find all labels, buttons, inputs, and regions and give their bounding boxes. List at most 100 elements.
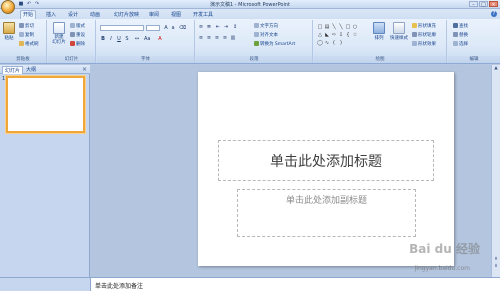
align-center-icon[interactable]: ≡ xyxy=(206,35,212,41)
paste-button[interactable]: 粘贴 xyxy=(2,22,16,41)
tab-slides[interactable]: 幻灯片 xyxy=(2,66,24,74)
clipboard-group-label: 剪贴板 xyxy=(0,56,46,63)
reset-icon xyxy=(70,32,75,37)
font-name-combo[interactable] xyxy=(100,25,144,31)
replace-icon xyxy=(453,32,458,37)
rectangle-shape-icon[interactable]: □ xyxy=(317,24,323,30)
pen-icon xyxy=(412,32,417,37)
italic-button[interactable]: I xyxy=(108,36,114,42)
quick-styles-icon xyxy=(393,22,405,34)
rectangle-shape-icon-2[interactable]: □ xyxy=(345,24,351,30)
text-direction-button[interactable]: 文字方向 xyxy=(254,23,278,29)
quick-styles-label: 快速样式 xyxy=(390,36,408,41)
window-title: 演示文稿1 - Microsoft PowerPoint xyxy=(209,2,291,8)
copy-label: 复制 xyxy=(25,33,34,38)
shape-outline-button[interactable]: 形状轮廓 xyxy=(412,32,436,38)
bullets-icon[interactable]: ≡ xyxy=(198,24,204,30)
select-button[interactable]: 选择 xyxy=(453,41,468,47)
arrow-down-shape-icon[interactable]: ⇩ xyxy=(338,32,344,38)
increase-indent-icon[interactable]: ⇥ xyxy=(223,24,229,30)
smartart-button[interactable]: 转换为 SmartArt xyxy=(254,41,295,47)
prev-slide-icon[interactable]: ⇞ xyxy=(492,256,500,263)
tab-review[interactable]: 审阅 xyxy=(147,11,161,19)
tab-animations[interactable]: 动画 xyxy=(88,11,102,19)
replace-button[interactable]: 替换 xyxy=(453,32,468,38)
tab-design[interactable]: 设计 xyxy=(66,11,80,19)
bold-button[interactable]: B xyxy=(100,36,106,42)
select-label: 选择 xyxy=(459,42,468,47)
star-shape-icon[interactable]: ☆ xyxy=(352,32,358,38)
layout-label: 版式 xyxy=(76,24,85,29)
minimize-button[interactable]: – xyxy=(469,1,478,8)
callout-shape-icon[interactable]: ◯ xyxy=(317,40,323,46)
tab-insert[interactable]: 插入 xyxy=(44,11,58,19)
oval-shape-icon[interactable]: ○ xyxy=(352,24,358,30)
columns-icon[interactable]: ▥ xyxy=(230,35,236,41)
triangle-shape-icon[interactable]: △ xyxy=(317,32,323,38)
justify-icon[interactable]: ≡ xyxy=(222,35,228,41)
font-color-icon[interactable]: A xyxy=(157,36,163,42)
change-case-icon[interactable]: Aa xyxy=(144,36,150,42)
subtitle-placeholder[interactable]: 单击此处添加副标题 xyxy=(237,189,416,237)
scroll-up-icon[interactable]: ▲ xyxy=(492,65,500,72)
line-shape-icon-2[interactable]: ╲ xyxy=(338,24,344,30)
line-shape-icon[interactable]: ╲ xyxy=(331,24,337,30)
tab-developer[interactable]: 开发工具 xyxy=(191,11,215,19)
next-slide-icon[interactable]: ⇟ xyxy=(492,263,500,270)
strikethrough-button[interactable]: S xyxy=(124,36,130,42)
arrange-button[interactable]: 排列 xyxy=(371,22,387,41)
align-left-icon[interactable]: ≡ xyxy=(198,35,204,41)
arrow-right-shape-icon[interactable]: ⇨ xyxy=(331,32,337,38)
decrease-indent-icon[interactable]: ⇤ xyxy=(215,24,221,30)
bracket-shape-icon-2[interactable]: ) xyxy=(338,40,344,46)
vertical-scrollbar[interactable]: ▲ ⇞ ⇟ xyxy=(491,65,500,277)
bracket-shape-icon[interactable]: ( xyxy=(331,40,337,46)
layout-button[interactable]: 版式 xyxy=(70,23,85,29)
tab-slide-show[interactable]: 幻灯片放映 xyxy=(112,11,141,19)
maximize-button[interactable]: □ xyxy=(479,1,488,8)
brace-shape-icon[interactable]: { xyxy=(345,32,351,38)
ribbon: 粘贴 剪切 复制 格式刷 剪贴板 新建 幻灯片 版式 重设 删除 幻灯片 A a… xyxy=(0,19,500,64)
align-text-button[interactable]: 对齐文本 xyxy=(254,32,278,38)
underline-button[interactable]: U xyxy=(116,36,122,42)
office-button[interactable] xyxy=(1,0,15,14)
new-slide-button[interactable]: 新建 幻灯片 xyxy=(51,22,67,45)
title-placeholder[interactable]: 单击此处添加标题 xyxy=(218,140,434,181)
slide-thumbnail[interactable] xyxy=(6,76,85,133)
clear-format-icon[interactable]: ⌫ xyxy=(179,25,186,31)
fill-bucket-icon xyxy=(412,23,417,28)
line-spacing-icon[interactable]: ↕ xyxy=(232,24,238,30)
notes-pane[interactable]: 单击此处添加备注 xyxy=(91,277,500,291)
paste-label: 粘贴 xyxy=(4,36,14,41)
ribbon-tabs: 开始 插入 设计 动画 幻灯片放映 审阅 视图 开发工具 ? xyxy=(0,9,500,19)
slide-canvas[interactable]: 单击此处添加标题 单击此处添加副标题 xyxy=(198,72,454,266)
tab-outline[interactable]: 大纲 xyxy=(24,66,38,74)
help-icon[interactable]: ? xyxy=(491,11,497,17)
char-spacing-icon[interactable]: ↔ xyxy=(134,36,140,42)
grow-font-icon[interactable]: A xyxy=(163,25,169,31)
find-button[interactable]: 查找 xyxy=(453,23,468,29)
shrink-font-icon[interactable]: a xyxy=(170,25,176,31)
cut-button[interactable]: 剪切 xyxy=(19,23,34,29)
tab-view[interactable]: 视图 xyxy=(169,11,183,19)
window-controls: – □ × xyxy=(469,1,498,8)
curve-shape-icon[interactable]: ∿ xyxy=(324,40,330,46)
delete-button[interactable]: 删除 xyxy=(70,41,85,47)
arrange-icon xyxy=(373,22,385,34)
slides-pane-tabs: 幻灯片 大纲 × xyxy=(0,65,90,74)
quick-styles-button[interactable]: 快速样式 xyxy=(389,22,409,41)
align-right-icon[interactable]: ≡ xyxy=(214,35,220,41)
reset-button[interactable]: 重设 xyxy=(70,32,85,38)
shape-effects-button[interactable]: 形状效果 xyxy=(412,41,436,47)
numbering-icon[interactable]: ≣ xyxy=(206,24,212,30)
close-icon[interactable]: × xyxy=(82,66,87,73)
copy-button[interactable]: 复制 xyxy=(19,32,34,38)
shape-fill-button[interactable]: 形状填充 xyxy=(412,23,436,29)
text-box-shape-icon[interactable]: ▤ xyxy=(324,24,330,30)
tab-home[interactable]: 开始 xyxy=(20,10,37,19)
right-triangle-shape-icon[interactable]: ◣ xyxy=(324,32,330,38)
format-painter-button[interactable]: 格式刷 xyxy=(19,41,39,47)
smartart-label: 转换为 SmartArt xyxy=(260,42,296,47)
close-button[interactable]: × xyxy=(489,1,498,8)
font-size-combo[interactable] xyxy=(146,25,160,31)
